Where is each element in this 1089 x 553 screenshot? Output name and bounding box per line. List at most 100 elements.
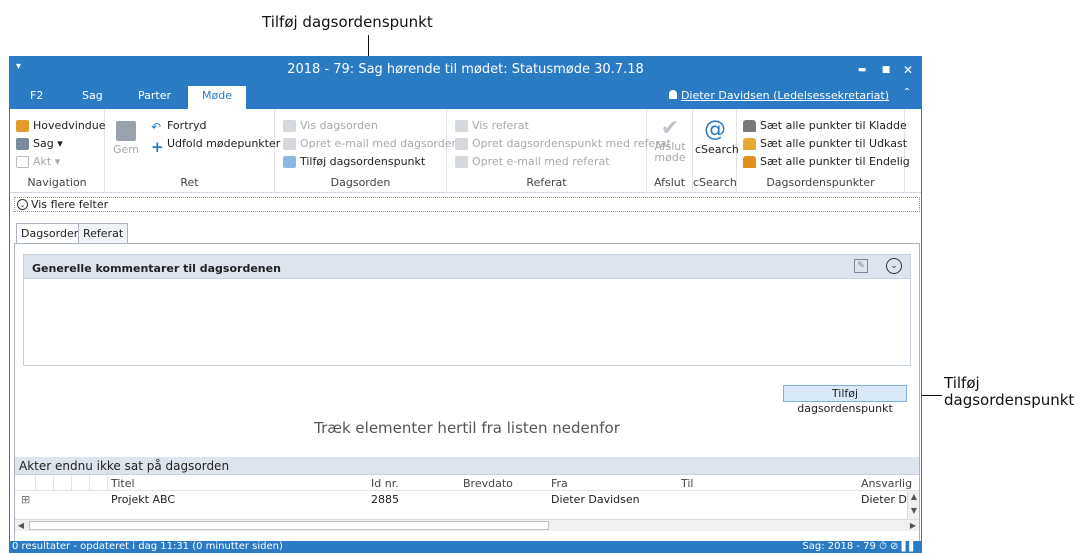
- grid-column-header-row: Titel Id nr. Brevdato Fra Til Ansvarlig: [15, 475, 919, 491]
- column-separator: [71, 475, 72, 491]
- edit-icon[interactable]: ✎: [854, 259, 868, 273]
- undo-icon: ↶: [151, 119, 162, 134]
- title-bar: ▾ 2018 - 79: Sag hørende til mødet: Stat…: [10, 57, 921, 84]
- create-item-icon: [455, 137, 468, 150]
- status-text: 0 resultater - opdateret i dag 11:31 (0 …: [12, 541, 283, 552]
- collapse-ribbon-icon[interactable]: ⌃: [899, 87, 915, 103]
- scroll-up-icon[interactable]: ▲: [908, 491, 920, 502]
- add-agenda-item-button[interactable]: Tilføj dagsordenspunkt: [783, 385, 907, 415]
- save-icon: [116, 121, 136, 141]
- group-label-dagsorden: Dagsorden: [330, 176, 391, 189]
- table-row[interactable]: ⊞ Projekt ABC 2885 Dieter Davidsen Diete…: [15, 491, 919, 507]
- callout-label-top: Tilføj dagsordenspunkt: [262, 13, 433, 31]
- column-separator: [35, 475, 36, 491]
- minimize-icon[interactable]: ▬: [851, 60, 873, 80]
- tab-referat[interactable]: Referat: [78, 223, 129, 243]
- group-label-referat: Referat: [526, 176, 567, 189]
- add-agenda-item-ribbon-button[interactable]: Tilføj dagsordenspunkt: [283, 155, 425, 168]
- scroll-left-icon[interactable]: ◀: [15, 520, 27, 531]
- document-icon: [16, 155, 29, 168]
- column-header-id[interactable]: Id nr.: [371, 477, 399, 490]
- ribbon-tab-bar: F2 Sag Parter Møde Dieter Davidsen (Lede…: [10, 84, 921, 109]
- set-all-proposal-button[interactable]: Sæt alle punkter til Udkast: [743, 137, 907, 150]
- plus-icon: +: [151, 137, 164, 156]
- group-referat: Vis referat Opret dagsordenspunkt med re…: [447, 109, 671, 193]
- case-dropdown-button[interactable]: Sag ▾: [16, 137, 63, 150]
- unassigned-documents-grid: Akter endnu ikke sat på dagsorden Titel …: [14, 457, 920, 553]
- application-window: ▾ 2018 - 79: Sag hørende til mødet: Stat…: [9, 56, 922, 553]
- group-label-dagsordenspunkter: Dagsordenspunkter: [766, 176, 875, 189]
- home-window-button[interactable]: Hovedvindue: [16, 119, 106, 132]
- group-navigation: Hovedvindue Sag ▾ Akt ▾ Navigation: [10, 109, 106, 193]
- document-dropdown-button[interactable]: Akt ▾: [16, 155, 60, 168]
- home-icon: [16, 119, 29, 132]
- cell-from: Dieter Davidsen: [551, 493, 640, 506]
- set-all-draft-button[interactable]: Sæt alle punkter til Kladde: [743, 119, 907, 132]
- column-separator: [107, 475, 108, 491]
- scroll-down-icon[interactable]: ▼: [908, 505, 920, 516]
- tab-parter[interactable]: Parter: [138, 89, 171, 102]
- cell-title: Projekt ABC: [111, 493, 176, 506]
- case-icon: [16, 137, 29, 150]
- drop-zone-hint: Træk elementer hertil fra listen nedenfo…: [314, 419, 620, 437]
- add-agenda-item-icon: [283, 155, 296, 168]
- lock-icon: [743, 155, 756, 168]
- user-link[interactable]: Dieter Davidsen (Ledelsessekretariat): [668, 89, 889, 102]
- cell-responsible: Dieter Da: [861, 493, 914, 506]
- ribbon: Hovedvindue Sag ▾ Akt ▾ Navigation Gem ↶…: [10, 109, 921, 193]
- group-label-ret: Ret: [180, 176, 199, 189]
- column-header-responsible[interactable]: Ansvarlig: [861, 477, 912, 490]
- expand-row-icon[interactable]: ⊞: [21, 493, 30, 506]
- vertical-scrollbar[interactable]: ▲ ▼: [907, 491, 919, 519]
- email-agenda-button[interactable]: Opret e-mail med dagsorden: [283, 137, 458, 150]
- general-comments-title: Generelle kommentarer til dagsordenen: [32, 262, 281, 275]
- window-title: 2018 - 79: Sag hørende til mødet: Status…: [287, 62, 644, 77]
- status-case-info: Sag: 2018 - 79 ⏱ ⊘ ▌▌: [802, 541, 917, 552]
- tab-sag[interactable]: Sag: [82, 89, 103, 102]
- lock-icon: [743, 137, 756, 150]
- scroll-right-icon[interactable]: ▶: [907, 520, 919, 531]
- expand-meeting-points-button[interactable]: + Udfold mødepunkter: [151, 137, 280, 156]
- minutes-icon: [455, 119, 468, 132]
- expand-icon[interactable]: ⌄: [886, 258, 902, 274]
- group-label-navigation: Navigation: [27, 176, 87, 189]
- grid-title: Akter endnu ikke sat på dagsorden: [15, 457, 919, 475]
- show-minutes-button[interactable]: Vis referat: [455, 119, 529, 132]
- general-comments-header: Generelle kommentarer til dagsordenen ✎ …: [24, 255, 910, 279]
- callout-right-line2: dagsordenspunkt: [944, 391, 1075, 409]
- column-header-from[interactable]: Fra: [551, 477, 568, 490]
- user-icon: [668, 90, 677, 99]
- save-button[interactable]: Gem: [111, 121, 141, 156]
- general-comments-box[interactable]: Generelle kommentarer til dagsordenen ✎ …: [23, 254, 911, 366]
- horizontal-scroll-thumb[interactable]: [29, 521, 549, 530]
- tab-dagsorden[interactable]: Dagsorden: [16, 223, 86, 244]
- maximize-icon[interactable]: ■: [875, 60, 897, 80]
- end-meeting-button[interactable]: ✔ Afslut møde: [651, 116, 689, 164]
- email-minutes-button[interactable]: Opret e-mail med referat: [455, 155, 610, 168]
- column-header-letter-date[interactable]: Brevdato: [463, 477, 513, 490]
- undo-button[interactable]: ↶ Fortryd: [151, 119, 207, 134]
- column-separator: [89, 475, 90, 491]
- tab-mode[interactable]: Møde: [188, 86, 246, 109]
- group-afslut: ✔ Afslut møde Afslut: [647, 109, 693, 193]
- lock-icon: [743, 119, 756, 132]
- checkmark-icon: ✔: [660, 116, 680, 141]
- column-separator: [53, 475, 54, 491]
- tab-f2[interactable]: F2: [30, 89, 43, 102]
- chevron-down-icon: ⌄: [17, 199, 28, 210]
- agenda-icon: [283, 119, 296, 132]
- user-name: Dieter Davidsen (Ledelsessekretariat): [680, 89, 889, 102]
- csearch-button[interactable]: @ cSearch: [695, 117, 739, 156]
- column-header-to[interactable]: Til: [681, 477, 694, 490]
- close-icon[interactable]: ✕: [897, 60, 919, 80]
- column-header-title[interactable]: Titel: [111, 477, 135, 490]
- show-agenda-button[interactable]: Vis dagsorden: [283, 119, 378, 132]
- horizontal-scrollbar[interactable]: ◀ ▶: [15, 519, 919, 531]
- create-item-with-minutes-button[interactable]: Opret dagsordenspunkt med referat: [455, 137, 671, 150]
- set-all-final-button[interactable]: Sæt alle punkter til Endelig: [743, 155, 910, 168]
- group-dagsordenspunkter: Sæt alle punkter til Kladde Sæt alle pun…: [737, 109, 910, 193]
- callout-label-right: Tilføj dagsordenspunkt: [944, 375, 1074, 409]
- show-more-fields-toggle[interactable]: ⌄ Vis flere felter: [14, 197, 920, 212]
- email-icon: [283, 137, 296, 150]
- group-ret: Gem ↶ Fortryd + Udfold mødepunkter Ret: [105, 109, 280, 193]
